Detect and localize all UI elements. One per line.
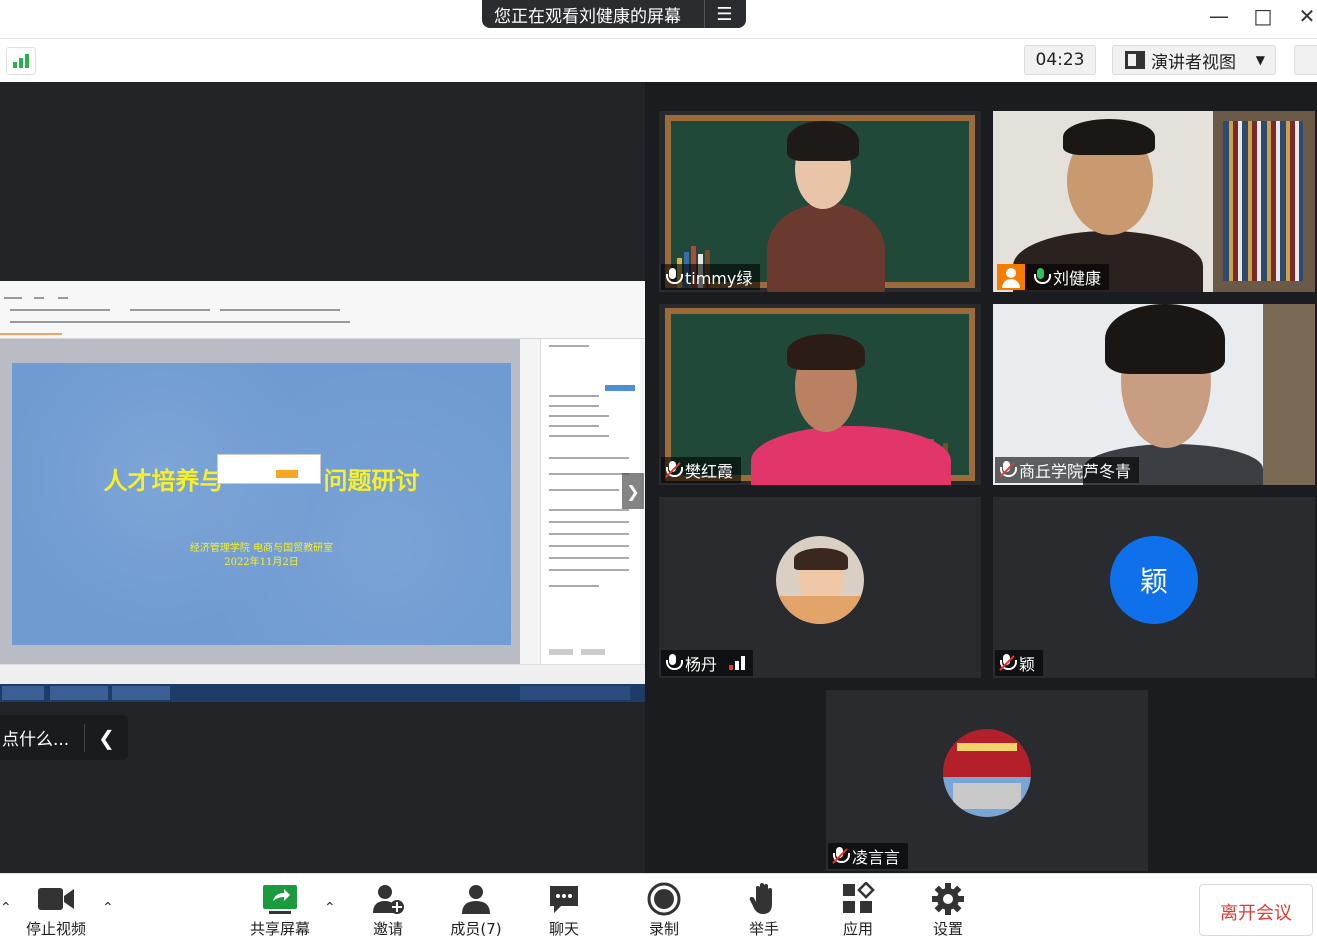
participant-name-tag: 樊红霞 (661, 457, 742, 483)
apps-label: 应用 (842, 920, 873, 938)
share-screen-label: 共享屏幕 (249, 920, 310, 938)
members-label: 成员(7) (450, 920, 502, 938)
settings-button[interactable]: 设置 (908, 882, 988, 939)
microphone-muted-icon (999, 654, 1017, 672)
chat-bubble-icon (524, 882, 604, 916)
participant-name-tag: timmy绿 (661, 264, 761, 290)
chevron-up-icon[interactable]: ⌃ (0, 900, 12, 916)
chat-label: 聊天 (548, 920, 579, 938)
shared-screen-area: 人才培养与 问题研讨 经济管理学院 电商与国贸教研室 2022年11月2日 ❯ 点… (0, 82, 645, 873)
shared-app-ribbon (0, 281, 645, 339)
participants-icon (436, 882, 516, 916)
host-icon (997, 264, 1025, 290)
participant-tile-timmy[interactable]: timmy绿 (659, 111, 981, 292)
participant-avatar (943, 728, 1031, 817)
network-level-icon (729, 656, 746, 670)
share-screen-icon (240, 882, 320, 916)
chat-button[interactable]: 聊天 (524, 882, 604, 939)
record-label: 录制 (648, 920, 679, 938)
apps-grid-icon (818, 882, 898, 916)
chevron-down-icon: ▼ (1255, 53, 1265, 67)
chevron-up-icon[interactable]: ⌃ (102, 900, 114, 916)
slide-subtitle: 经济管理学院 电商与国贸教研室 (189, 543, 334, 554)
microphone-icon (665, 654, 683, 672)
stop-video-label: 停止视频 (25, 920, 86, 938)
presentation-slide: 人才培养与 问题研讨 经济管理学院 电商与国贸教研室 2022年11月2日 (12, 363, 511, 645)
meeting-main-area: 人才培养与 问题研讨 经济管理学院 电商与国贸教研室 2022年11月2日 ❯ 点… (0, 82, 1317, 873)
meeting-top-toolbar: 04:23 演讲者视图 ▼ (0, 38, 1317, 82)
raise-hand-icon (724, 882, 804, 916)
fullscreen-icon[interactable] (1294, 45, 1317, 75)
leave-meeting-button[interactable]: 离开会议 (1199, 884, 1313, 936)
apps-button[interactable]: 应用 (818, 882, 898, 939)
signal-strength-icon[interactable] (6, 47, 36, 75)
members-button[interactable]: 成员(7) (436, 882, 516, 939)
participant-tile-ludongqing[interactable]: 商丘学院芦冬青 (993, 304, 1315, 485)
participant-video (767, 203, 885, 292)
participant-name-tag: 杨丹 (661, 650, 754, 676)
participant-name-tag: 凌言言 (828, 843, 909, 869)
chat-preview-pill[interactable]: 点什么... ❮ (0, 715, 128, 760)
popup-action-button (276, 470, 298, 478)
participant-name-tag: 刘健康 (997, 264, 1110, 290)
meeting-timer: 04:23 (1024, 45, 1096, 75)
chevron-left-icon[interactable]: ❮ (84, 723, 128, 752)
invite-label: 邀请 (372, 920, 403, 938)
participant-gallery: timmy绿 刘健康 樊红霞 商丘学院芦冬青 杨丹 颖 颖 凌言言 (645, 82, 1317, 873)
sharing-banner-text: 您正在观看刘健康的屏幕 (494, 6, 681, 27)
shared-desktop-taskbar (0, 684, 645, 702)
participant-avatar (776, 535, 864, 624)
slide-date: 2022年11月2日 (224, 557, 299, 568)
close-icon[interactable]: ✕ (1292, 2, 1317, 30)
participant-name-tag: 颖 (995, 650, 1044, 676)
microphone-icon (665, 268, 683, 286)
sharing-banner[interactable]: 您正在观看刘健康的屏幕 ☰ (482, 0, 746, 28)
maximize-icon[interactable]: □ (1248, 2, 1278, 30)
participant-avatar: 颖 (1110, 535, 1198, 624)
gear-icon (908, 882, 988, 916)
title-bar: 您正在观看刘健康的屏幕 ☰ — □ ✕ (0, 0, 1317, 38)
microphone-muted-icon (999, 461, 1017, 479)
record-icon (624, 882, 704, 916)
invite-button[interactable]: 邀请 (348, 882, 428, 939)
speaker-view-icon (1125, 51, 1145, 69)
chevron-up-icon[interactable]: ⌃ (324, 900, 336, 916)
raise-hand-button[interactable]: 举手 (724, 882, 804, 939)
view-mode-label: 演讲者视图 (1151, 52, 1236, 73)
view-mode-dropdown[interactable]: 演讲者视图 ▼ (1112, 45, 1276, 75)
minimize-icon[interactable]: — (1204, 2, 1234, 30)
participant-tile-fanhongxia[interactable]: 樊红霞 (659, 304, 981, 485)
microphone-active-icon (1033, 268, 1051, 286)
shared-app-status-bar (0, 664, 645, 684)
meeting-bottom-toolbar: ⌃ 停止视频 ⌃ 共享屏幕 ⌃ 邀请 成员(7) 聊天 录制 举手 应用 设置 … (0, 873, 1317, 938)
add-user-icon (348, 882, 428, 916)
microphone-muted-icon (832, 847, 850, 865)
hamburger-icon[interactable]: ☰ (704, 0, 744, 28)
microphone-muted-icon (665, 461, 683, 479)
settings-label: 设置 (932, 920, 963, 938)
share-screen-button[interactable]: 共享屏幕 (240, 882, 320, 939)
chevron-right-icon[interactable]: ❯ (622, 473, 644, 509)
participant-tile-ying[interactable]: 颖 颖 (993, 497, 1315, 678)
raise-hand-label: 举手 (748, 920, 779, 938)
stop-video-button[interactable]: 停止视频 (16, 882, 96, 939)
chat-preview-text: 点什么... (2, 730, 70, 750)
participant-tile-lingyanyan[interactable]: 凌言言 (826, 690, 1148, 871)
participant-tile-yangdan[interactable]: 杨丹 (659, 497, 981, 678)
shared-app-notification-popup (217, 454, 321, 484)
video-camera-icon (16, 882, 96, 916)
record-button[interactable]: 录制 (624, 882, 704, 939)
participant-name-tag: 商丘学院芦冬青 (995, 457, 1140, 483)
participant-tile-liujiankang[interactable]: 刘健康 (993, 111, 1315, 292)
